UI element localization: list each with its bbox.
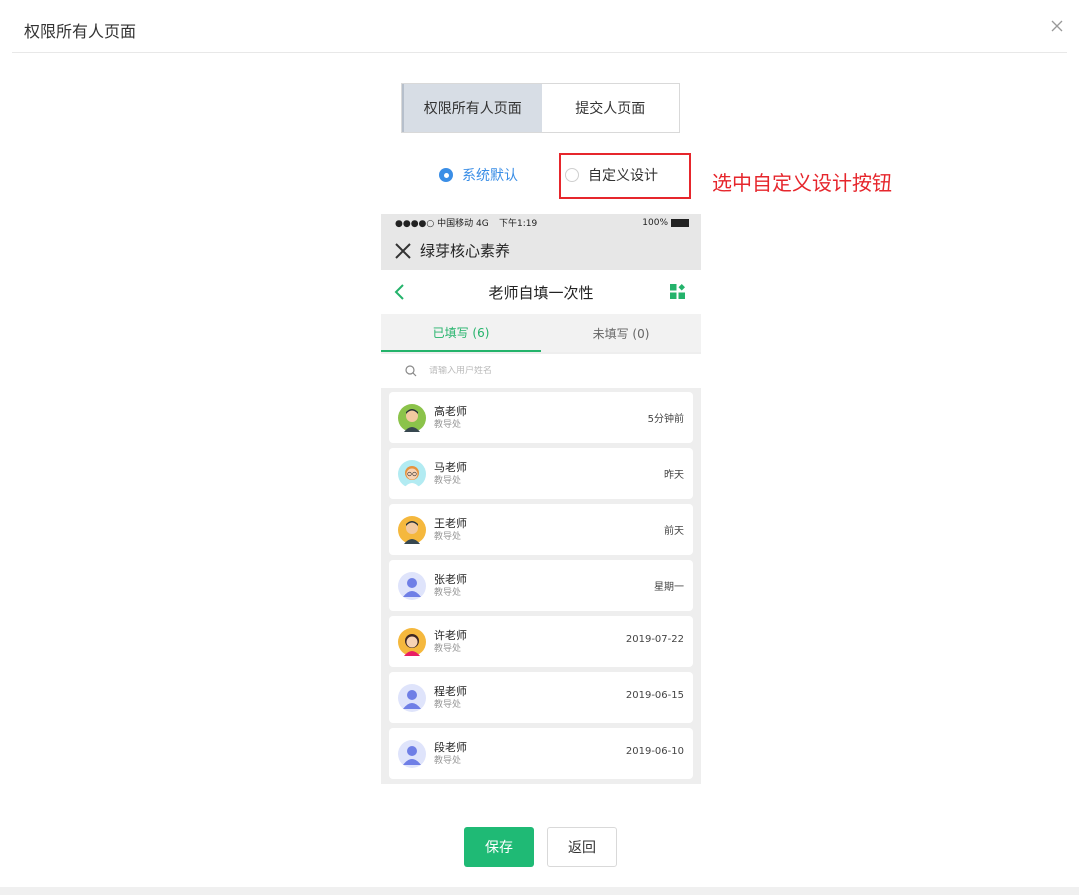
list-item-text: 程老师 教导处 [434, 684, 467, 712]
phone-status-bar: ●●●●○ 中国移动 4G 下午1:19 100% [381, 214, 701, 231]
dialog-header: 权限所有人页面 [12, 0, 1067, 53]
teacher-dept: 教导处 [434, 531, 462, 542]
grid-icon[interactable] [670, 284, 685, 299]
phone-preview: ●●●●○ 中国移动 4G 下午1:19 100% 绿芽核心素养 老师自填一次性… [381, 214, 701, 784]
teacher-name: 王老师 [434, 516, 467, 530]
submission-tabs: 已填写 (6) 未填写 (0) [381, 314, 701, 352]
submit-time: 昨天 [664, 470, 684, 481]
avatar-default-icon [398, 683, 426, 712]
submit-time: 5分钟前 [647, 414, 684, 425]
list-item-text: 王老师 教导处 [434, 516, 467, 544]
teacher-name: 马老师 [434, 460, 467, 474]
teacher-dept: 教导处 [434, 587, 462, 598]
back-button[interactable]: 返回 [547, 827, 617, 867]
close-icon[interactable] [1047, 16, 1067, 36]
status-time: 下午1:19 [499, 219, 538, 229]
teacher-dept: 教导处 [434, 643, 462, 654]
list-item[interactable]: 程老师 教导处 2019-06-15 [389, 672, 693, 723]
search-icon [405, 365, 417, 377]
list-item-text: 张老师 教导处 [434, 572, 467, 600]
radio-system-default[interactable]: 系统默认 [439, 165, 518, 185]
teacher-dept: 教导处 [434, 755, 462, 766]
list-item[interactable]: 许老师 教导处 2019-07-22 [389, 616, 693, 667]
dialog-title: 权限所有人页面 [24, 22, 137, 41]
app-title: 绿芽核心素养 [420, 242, 511, 260]
avatar-default-icon [398, 571, 426, 600]
status-battery-group: 100% [642, 218, 689, 228]
teacher-name: 高老师 [434, 404, 467, 418]
avatar-default-icon [398, 739, 426, 768]
teacher-dept: 教导处 [434, 475, 462, 486]
close-icon[interactable] [393, 241, 413, 261]
submit-time: 前天 [664, 526, 684, 537]
radio-default-label: 系统默认 [462, 168, 518, 184]
teacher-dept: 教导处 [434, 699, 462, 710]
tab-submitter-page[interactable]: 提交人页面 [542, 84, 680, 132]
annotation-highlight-box [559, 153, 691, 199]
tab-filled[interactable]: 已填写 (6) [381, 314, 541, 352]
teacher-name: 许老师 [434, 628, 467, 642]
search-input[interactable] [429, 366, 629, 376]
nav-title: 老师自填一次性 [488, 283, 594, 302]
footer-divider [0, 887, 1079, 895]
nav-bar: 老师自填一次性 [381, 270, 701, 314]
app-bar: 绿芽核心素养 [381, 231, 701, 270]
teacher-dept: 教导处 [434, 419, 462, 430]
battery-icon [671, 218, 689, 227]
list-item-text: 许老师 教导处 [434, 628, 467, 656]
tab-owner-page[interactable]: 权限所有人页面 [402, 84, 542, 132]
submit-time: 星期一 [654, 582, 684, 593]
teacher-name: 段老师 [434, 740, 467, 754]
status-battery: 100% [642, 217, 668, 228]
submit-time: 2019-06-10 [625, 746, 684, 757]
avatar-female-icon [398, 627, 426, 656]
avatar-female-icon [398, 459, 426, 488]
search-bar [381, 354, 701, 388]
list-item[interactable]: 张老师 教导处 星期一 [389, 560, 693, 611]
status-carrier: ●●●●○ 中国移动 4G [395, 219, 489, 229]
avatar-male-icon [398, 403, 426, 432]
list-item[interactable]: 王老师 教导处 前天 [389, 504, 693, 555]
list-item-text: 马老师 教导处 [434, 460, 467, 488]
submit-time: 2019-06-15 [625, 690, 684, 701]
radio-checked-icon [439, 168, 453, 182]
list-item[interactable]: 段老师 教导处 2019-06-10 [389, 728, 693, 779]
list-item[interactable]: 高老师 教导处 5分钟前 [389, 392, 693, 443]
page-tabs: 权限所有人页面 提交人页面 [401, 83, 680, 133]
teacher-name: 张老师 [434, 572, 467, 586]
submit-time: 2019-07-22 [625, 634, 684, 645]
annotation-text: 选中自定义设计按钮 [712, 171, 892, 195]
avatar-male-icon [398, 515, 426, 544]
list-item[interactable]: 马老师 教导处 昨天 [389, 448, 693, 499]
tab-unfilled[interactable]: 未填写 (0) [541, 314, 701, 352]
list-item-text: 高老师 教导处 [434, 404, 467, 432]
teacher-name: 程老师 [434, 684, 467, 698]
chevron-left-icon[interactable] [393, 282, 407, 302]
save-button[interactable]: 保存 [464, 827, 534, 867]
list-item-text: 段老师 教导处 [434, 740, 467, 768]
design-radio-group: 系统默认 自定义设计 [0, 158, 1079, 190]
teacher-list: 高老师 教导处 5分钟前 马老师 教导处 昨天 王老师 教导处 前天 张老师 教… [381, 388, 701, 779]
